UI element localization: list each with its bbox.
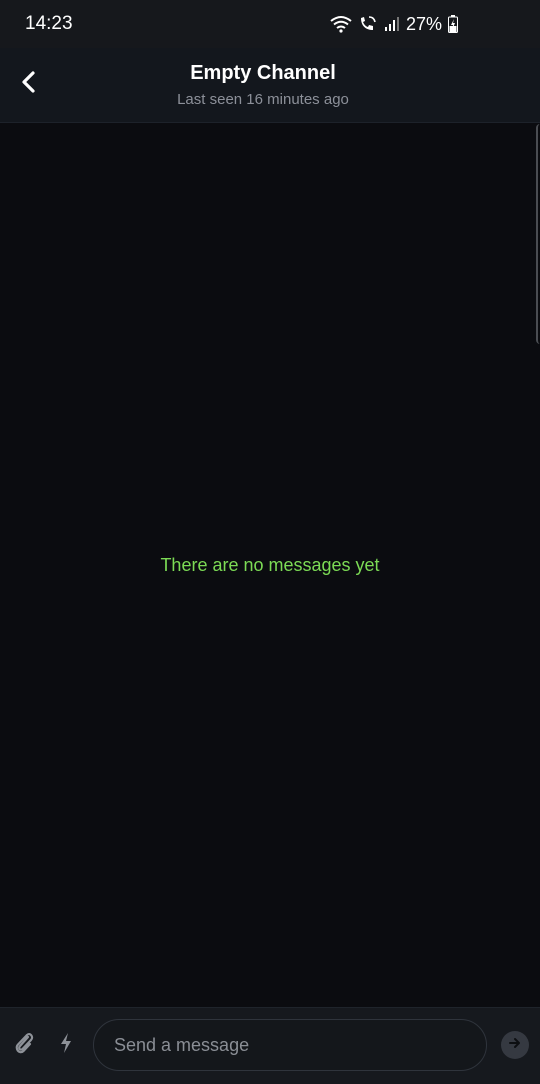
lightning-icon [59,1032,73,1059]
wifi-icon [330,15,352,33]
message-input[interactable] [93,1019,487,1071]
battery-charging-icon [448,15,458,33]
status-icons: 27% [330,14,458,35]
commands-button[interactable] [52,1028,80,1062]
message-composer [0,1007,540,1084]
paperclip-icon [13,1029,35,1062]
chat-screen: 14:23 27% Empty Channel Last seen 16 min… [0,0,540,1084]
last-seen-status: Last seen 16 minutes ago [177,91,349,108]
send-arrow-icon [508,1036,522,1055]
attach-button[interactable] [8,1028,40,1062]
status-time: 14:23 [25,13,73,34]
battery-percent: 27% [405,13,442,34]
channel-title: Empty Channel [190,62,336,84]
edge-panel-handle[interactable] [536,124,540,344]
channel-header: Empty Channel Last seen 16 minutes ago [0,48,540,123]
empty-state-text: There are no messages yet [160,555,380,575]
signal-icon [384,16,400,32]
send-button[interactable] [501,1031,529,1059]
message-list[interactable]: There are no messages yet [0,123,540,1007]
wifi-calling-icon [358,15,378,33]
status-bar: 14:23 27% [0,0,540,48]
